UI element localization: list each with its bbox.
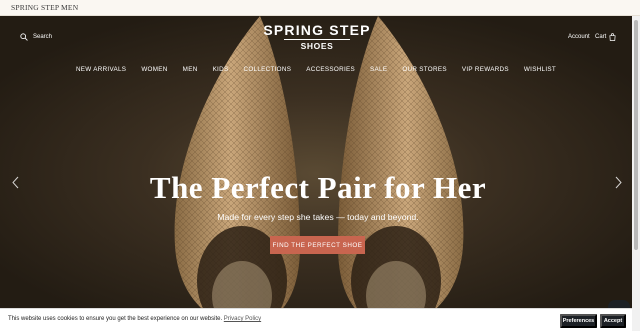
cart-link[interactable]: Cart — [595, 33, 616, 41]
cookie-message: This website uses cookies to ensure you … — [8, 316, 261, 322]
nav-item-accessories[interactable]: ACCESSORIES — [299, 66, 363, 73]
nav-item-our-stores[interactable]: OUR STORES — [395, 66, 455, 73]
account-link[interactable]: Account — [568, 34, 590, 40]
logo-divider — [284, 39, 350, 40]
nav-item-men[interactable]: MEN — [175, 66, 205, 73]
hero-subtitle: Made for every step she takes — today an… — [217, 212, 419, 222]
nav-item-collections[interactable]: COLLECTIONS — [236, 66, 299, 73]
nav-item-sale[interactable]: SALE — [363, 66, 395, 73]
cookie-accept-button[interactable]: Accept — [600, 314, 626, 328]
logo-main-text: SPRING STEP — [263, 22, 371, 38]
search-button[interactable]: Search — [20, 33, 52, 41]
store-logo[interactable]: SPRING STEP SHOES — [262, 22, 372, 52]
shopping-bag-icon — [609, 33, 616, 41]
search-icon — [20, 33, 28, 41]
find-shoe-button[interactable]: FIND THE PERFECT SHOE — [270, 236, 365, 254]
search-label: Search — [33, 34, 53, 40]
page-scrollbar-thumb[interactable] — [634, 20, 638, 250]
privacy-policy-link[interactable]: Privacy Policy — [224, 316, 261, 322]
hero-title: The Perfect Pair for Her — [149, 170, 487, 205]
cookie-text: This website uses cookies to ensure you … — [8, 316, 224, 322]
nav-item-vip-rewards[interactable]: VIP REWARDS — [454, 66, 516, 73]
main-navigation: NEW ARRIVALS WOMEN MEN KIDS COLLECTIONS … — [0, 66, 632, 73]
nav-item-women[interactable]: WOMEN — [134, 66, 175, 73]
nav-item-kids[interactable]: KIDS — [205, 66, 236, 73]
cookie-preferences-button[interactable]: Preferences — [560, 314, 597, 328]
cart-label: Cart — [595, 34, 607, 40]
cookie-banner: This website uses cookies to ensure you … — [0, 308, 632, 331]
announcement-text[interactable]: SPRING STEP MEN — [11, 3, 78, 12]
nav-item-new-arrivals[interactable]: NEW ARRIVALS — [68, 66, 133, 73]
announcement-bar: SPRING STEP MEN — [0, 0, 640, 16]
nav-item-wishlist[interactable]: WISHLIST — [516, 66, 563, 73]
logo-sub-text: SHOES — [300, 41, 334, 51]
